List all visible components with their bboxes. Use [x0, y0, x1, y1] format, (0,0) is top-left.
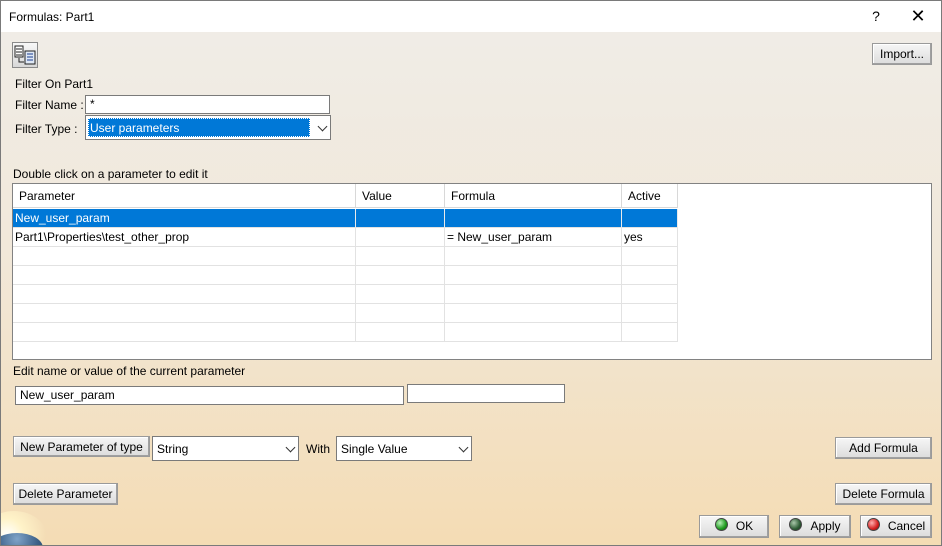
value-cell: [356, 228, 445, 247]
parameter-type-select[interactable]: String: [152, 436, 299, 461]
delete-parameter-button[interactable]: Delete Parameter: [13, 483, 118, 505]
cancel-label: Cancel: [887, 519, 926, 533]
cancel-red-dot-icon: [866, 518, 880, 531]
value-cell: [356, 323, 445, 342]
parameter-cell: [13, 266, 356, 285]
table-row[interactable]: [13, 266, 678, 285]
ok-button[interactable]: OK: [699, 515, 769, 538]
ok-label: OK: [735, 519, 754, 533]
column-header-value[interactable]: Value: [356, 184, 445, 208]
parameter-cell: [13, 304, 356, 323]
table-row[interactable]: Part1\Properties\test_other_prop = New_u…: [13, 228, 678, 247]
with-label: With: [306, 442, 330, 456]
value-cell: [356, 285, 445, 304]
parameter-cell: [13, 247, 356, 266]
table-instruction: Double click on a parameter to edit it: [13, 167, 208, 181]
formula-tool-icon[interactable]: [12, 42, 38, 68]
filter-type-label: Filter Type :: [15, 122, 78, 136]
add-formula-button[interactable]: Add Formula: [835, 437, 932, 459]
ok-green-dot-icon: [714, 518, 728, 531]
cancel-button[interactable]: Cancel: [860, 515, 932, 538]
table-row[interactable]: New_user_param: [13, 209, 678, 228]
formula-cell: = New_user_param: [445, 228, 622, 247]
value-kind-value: Single Value: [341, 441, 408, 456]
active-cell: [622, 247, 678, 266]
help-icon[interactable]: ?: [867, 5, 885, 27]
close-icon[interactable]: ✕: [903, 5, 933, 27]
table-row[interactable]: [13, 285, 678, 304]
column-header-parameter[interactable]: Parameter: [13, 184, 356, 208]
active-cell: [622, 266, 678, 285]
formula-cell: [445, 323, 622, 342]
apply-dark-green-dot-icon: [789, 518, 803, 531]
edit-value-input[interactable]: [407, 384, 565, 403]
active-cell: yes: [622, 228, 678, 247]
filter-type-value: User parameters: [90, 120, 180, 135]
formula-cell: [445, 285, 622, 304]
import-button[interactable]: Import...: [872, 43, 932, 65]
filter-name-label: Filter Name :: [15, 98, 84, 112]
delete-formula-button[interactable]: Delete Formula: [835, 483, 932, 505]
parameter-cell: Part1\Properties\test_other_prop: [13, 228, 356, 247]
filter-name-input[interactable]: *: [85, 95, 330, 114]
active-cell: [622, 323, 678, 342]
table-row[interactable]: [13, 323, 678, 342]
parameter-cell: New_user_param: [13, 209, 356, 228]
filter-type-select[interactable]: User parameters: [85, 115, 331, 140]
new-parameter-button[interactable]: New Parameter of type: [13, 436, 150, 457]
active-cell: [622, 285, 678, 304]
parameter-cell: [13, 285, 356, 304]
formula-cell: [445, 266, 622, 285]
window-title: Formulas: Part1: [9, 10, 95, 24]
value-cell: [356, 247, 445, 266]
filter-heading: Filter On Part1: [15, 77, 94, 91]
parameter-cell: [13, 323, 356, 342]
column-header-active[interactable]: Active: [622, 184, 678, 208]
formula-cell: [445, 247, 622, 266]
apply-label: Apply: [810, 519, 841, 533]
table-row[interactable]: [13, 247, 678, 266]
formula-cell: [445, 209, 622, 228]
parameter-type-value: String: [157, 441, 189, 456]
table-row[interactable]: [13, 304, 678, 323]
formulas-dialog: Formulas: Part1 ? ✕ Import... Filter On …: [0, 0, 942, 546]
value-cell: [356, 209, 445, 228]
chevron-down-icon: [285, 442, 296, 452]
active-cell: [622, 304, 678, 323]
formula-cell: [445, 304, 622, 323]
edit-label: Edit name or value of the current parame…: [13, 364, 246, 378]
title-bar: Formulas: Part1 ? ✕: [1, 1, 941, 32]
parameters-table[interactable]: Parameter Value Formula Active New_user_…: [12, 183, 932, 360]
column-header-formula[interactable]: Formula: [445, 184, 622, 208]
apply-button[interactable]: Apply: [779, 515, 851, 538]
value-cell: [356, 266, 445, 285]
edit-name-input[interactable]: New_user_param: [15, 386, 404, 405]
value-kind-select[interactable]: Single Value: [336, 436, 472, 461]
value-cell: [356, 304, 445, 323]
chevron-down-icon: [458, 442, 469, 452]
active-cell: [622, 209, 678, 228]
chevron-down-icon: [317, 121, 328, 131]
